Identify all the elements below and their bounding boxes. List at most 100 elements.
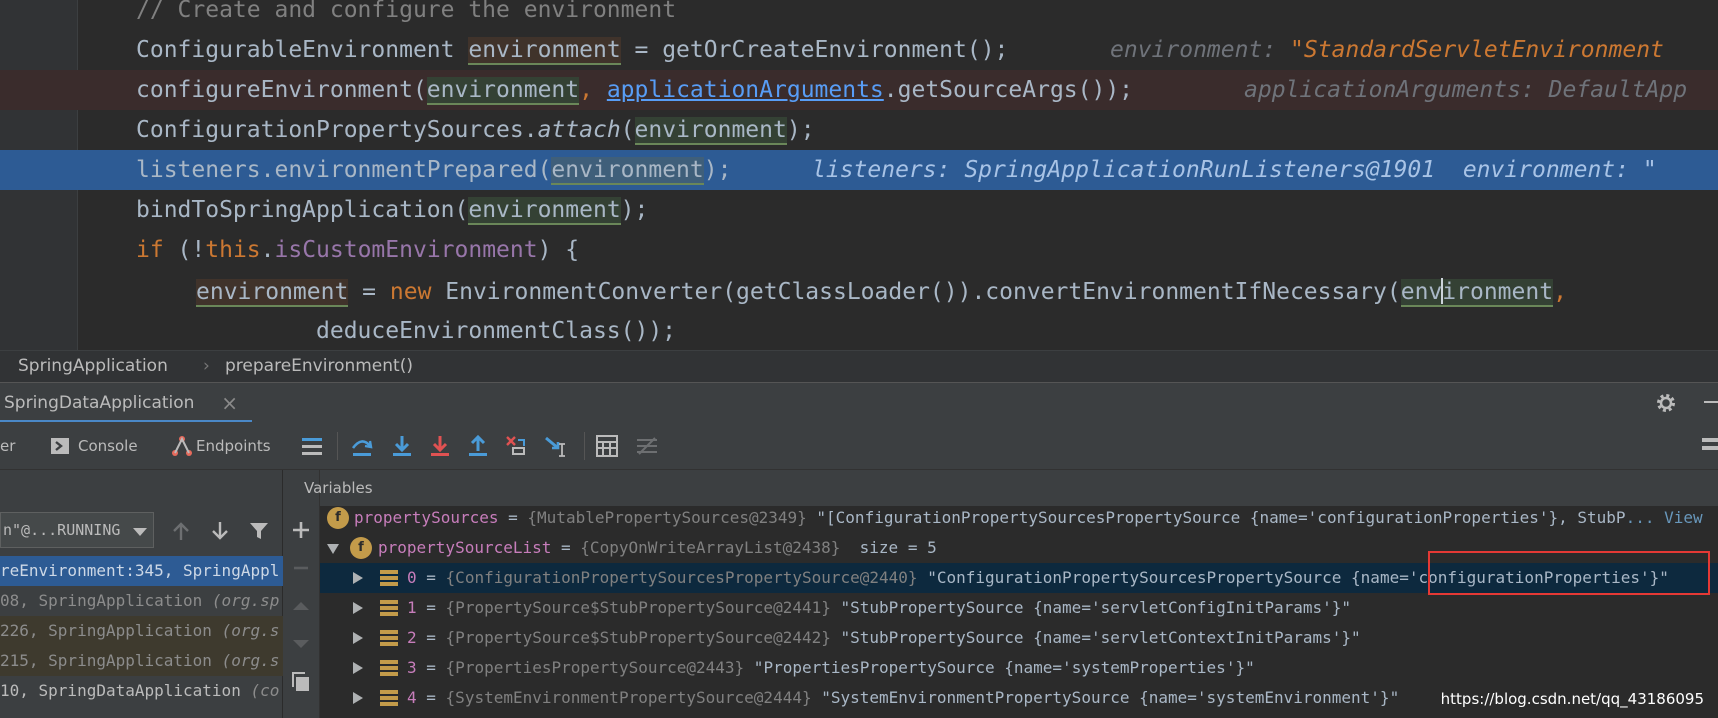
layout-icon[interactable] (1700, 434, 1718, 458)
list-item-icon (380, 630, 398, 646)
step-over-icon[interactable] (350, 434, 374, 458)
endpoints-tab[interactable]: Endpoints (196, 422, 271, 470)
trace-stream-icon[interactable] (635, 434, 659, 458)
stack-frame-label: 215, SpringApplication (0, 651, 222, 670)
debug-toolbar: er Console Endpoints (0, 422, 1718, 470)
stack-frame[interactable]: reEnvironment:345, SpringAppl (0, 556, 283, 586)
collapse-icon[interactable] (327, 544, 339, 554)
run-to-cursor-icon[interactable] (544, 434, 568, 458)
code-line-7: environment = new EnvironmentConverter(g… (0, 272, 1718, 312)
filter-icon[interactable] (248, 520, 270, 542)
expand-icon[interactable] (353, 662, 363, 674)
arrow-up-icon[interactable] (170, 520, 192, 542)
stack-frame-package: (org.s (221, 621, 280, 640)
variable-eq: = (416, 658, 446, 677)
code-call: deduceEnvironmentClass()); (316, 318, 677, 344)
code-call: ConfigurationPropertySources. (136, 117, 538, 143)
step-into-icon[interactable] (390, 434, 414, 458)
plus-icon[interactable] (289, 518, 313, 542)
code-keyword: new (389, 279, 432, 305)
expand-icon[interactable] (353, 602, 363, 614)
variables-header: Variables (304, 470, 1718, 506)
variable-index: 4 (407, 688, 417, 707)
stack-frame-label: reEnvironment:345, SpringAppl (0, 561, 280, 580)
code-call: configureEnvironment( (136, 77, 427, 103)
thread-selector[interactable]: n"@...RUNNING (0, 512, 154, 548)
inline-hint: listeners: SpringApplicationRunListeners… (812, 157, 1657, 183)
variable-index: 0 (407, 568, 417, 587)
breadcrumb-class[interactable]: SpringApplication (18, 351, 168, 381)
code-line-6: if (!this.isCustomEnvironment) { (0, 230, 1718, 270)
variable-ref: {MutablePropertySources@2349} (527, 508, 807, 527)
evaluate-expression-icon[interactable] (595, 434, 619, 458)
code-arg[interactable]: environment (426, 77, 580, 105)
code-editor[interactable]: // Create and configure the environment … (0, 0, 1718, 350)
breadcrumb-method[interactable]: prepareEnvironment() (225, 351, 413, 381)
code-arg[interactable]: environment (634, 117, 787, 145)
variable-row[interactable]: 1 = {PropertySource$StubPropertySource@2… (320, 593, 1718, 623)
code-type: ConfigurableEnvironment (136, 37, 469, 63)
code-paren: (! (163, 237, 206, 263)
variable-value: "[ConfigurationPropertySourcesPropertySo… (806, 508, 1626, 527)
arrow-down-icon[interactable] (209, 520, 231, 542)
variable-ref: {CopyOnWriteArrayList@2438} (580, 538, 841, 557)
variable-value: "PropertiesPropertySource {name='systemP… (744, 658, 1255, 677)
copy-icon[interactable] (289, 670, 313, 694)
code-arg[interactable]: environment (551, 157, 704, 185)
variables-title: Variables (304, 479, 373, 497)
code-rest: ); (786, 117, 815, 143)
code-rest: ); (620, 197, 649, 223)
drop-frame-icon[interactable] (504, 434, 528, 458)
code-line-execution-point[interactable]: listeners.environmentPrepared(environmen… (0, 150, 1718, 190)
minimize-icon[interactable] (1704, 401, 1718, 403)
stack-frame[interactable]: 10, SpringDataApplication (co (0, 676, 283, 706)
debugger-tab[interactable]: er (0, 422, 15, 470)
minus-icon[interactable] (289, 556, 313, 580)
show-execution-point-icon[interactable] (300, 434, 324, 458)
code-line-2: configureEnvironment(environment, applic… (0, 70, 1718, 110)
code-method: attach (537, 117, 621, 143)
view-link[interactable]: ... View (1626, 508, 1703, 527)
gear-icon[interactable] (1654, 391, 1678, 415)
expand-icon[interactable] (353, 692, 363, 704)
code-rest: .getSourceArgs()); (883, 77, 1134, 103)
breadcrumb-separator: › (203, 356, 210, 376)
console-tab[interactable]: Console (78, 422, 138, 470)
stack-frame[interactable]: 08, SpringApplication (org.sp (0, 586, 283, 616)
field-icon: f (350, 537, 372, 559)
debug-tool-window-header: SpringDataApplication × (0, 382, 1718, 423)
frames-panel: n"@...RUNNING reEnvironment:345, SpringA… (0, 470, 283, 718)
variable-name: propertySourceList (378, 538, 552, 557)
variable-row[interactable]: f propertySources = {MutablePropertySour… (320, 503, 1718, 533)
move-down-icon[interactable] (289, 632, 313, 656)
variable-row[interactable]: 3 = {PropertiesPropertySource@2443} "Pro… (320, 653, 1718, 683)
move-up-icon[interactable] (289, 594, 313, 618)
debug-session-tab[interactable]: SpringDataApplication × (0, 383, 252, 423)
code-this: this (205, 237, 261, 263)
code-var[interactable]: environment (468, 37, 621, 65)
variable-value: "StubPropertySource {name='servletContex… (830, 628, 1361, 647)
step-out-icon[interactable] (466, 434, 490, 458)
variable-index: 3 (407, 658, 417, 677)
expand-icon[interactable] (353, 632, 363, 644)
variable-ref: {PropertySource$StubPropertySource@2441} (445, 598, 831, 617)
annotation-highlight-box (1428, 551, 1710, 595)
watermark: https://blog.csdn.net/qq_43186095 (1440, 690, 1704, 708)
code-paren: ( (620, 117, 635, 143)
variable-ref: {PropertySource$StubPropertySource@2442} (445, 628, 831, 647)
close-icon[interactable]: × (221, 383, 238, 423)
variable-row[interactable]: 2 = {PropertySource$StubPropertySource@2… (320, 623, 1718, 653)
variable-name: propertySources (354, 508, 499, 527)
code-link[interactable]: applicationArguments (607, 77, 884, 103)
code-var[interactable]: environment (196, 279, 349, 307)
field-icon: f (327, 507, 349, 529)
code-line-5: bindToSpringApplication(environment); (0, 190, 1718, 230)
variable-ref: {ConfigurationPropertySourcesPropertySou… (445, 568, 918, 587)
stack-frame[interactable]: 226, SpringApplication (org.s (0, 616, 283, 646)
stack-frame[interactable]: 215, SpringApplication (org.s (0, 646, 283, 676)
code-arg[interactable]: environment (468, 197, 621, 225)
code-arg[interactable]: environment (1400, 278, 1554, 307)
force-step-into-icon[interactable] (428, 434, 452, 458)
inline-hint-value: "StandardServletEnvironment (1290, 37, 1664, 63)
expand-icon[interactable] (353, 572, 363, 584)
